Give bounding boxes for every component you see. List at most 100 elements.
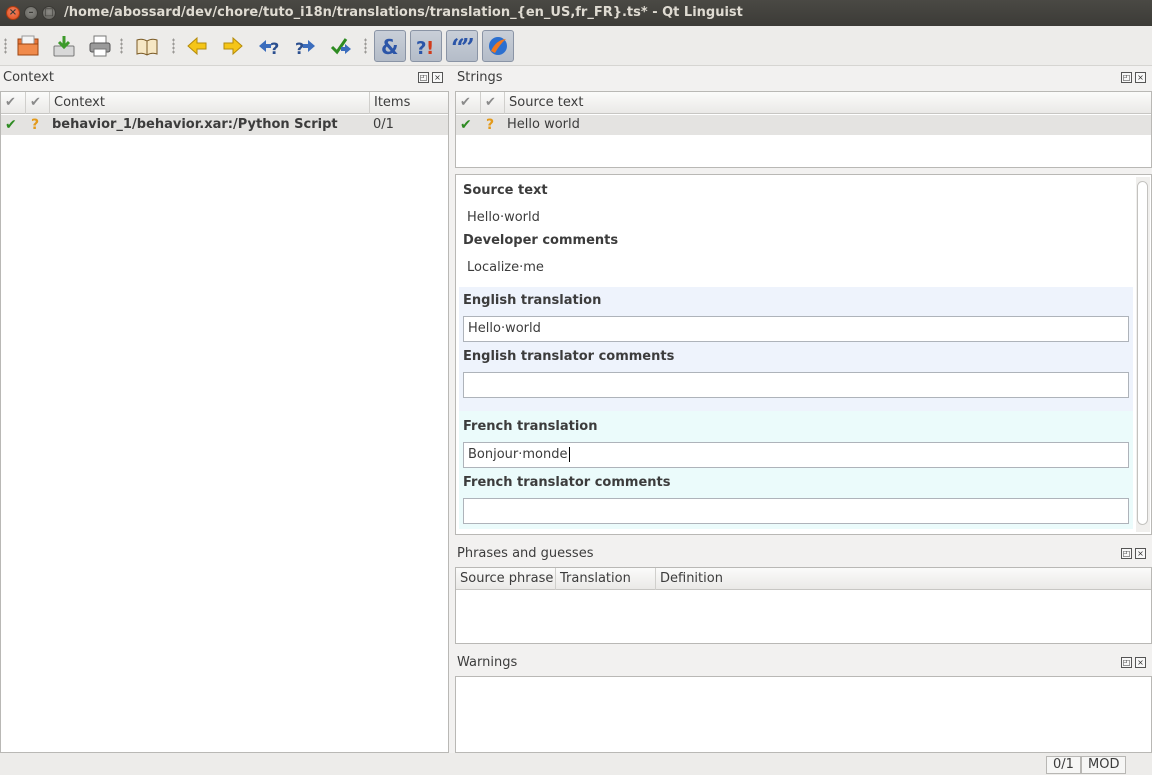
window-close-button[interactable]: × xyxy=(6,6,20,20)
header-items-column[interactable]: Items xyxy=(370,92,449,114)
header-done-column[interactable]: ✔ xyxy=(1,92,26,114)
check-icon: ✔ xyxy=(460,95,471,110)
french-comments-label: French translator comments xyxy=(463,475,671,490)
header-source-phrase-column[interactable]: Source phrase xyxy=(456,568,556,590)
header-context-column[interactable]: Context xyxy=(50,92,370,114)
close-icon[interactable]: × xyxy=(1135,72,1146,83)
context-dock-buttons: ◰ × xyxy=(418,72,443,83)
toolbar-grip[interactable] xyxy=(4,38,7,54)
float-icon[interactable]: ◰ xyxy=(1121,548,1132,559)
source-text-value[interactable]: Hello·world xyxy=(467,210,540,225)
svg-text:”: ” xyxy=(461,34,474,58)
header-status-column[interactable]: ✔ xyxy=(481,92,505,114)
float-icon[interactable]: ◰ xyxy=(1121,657,1132,668)
done-next-button[interactable] xyxy=(325,30,357,62)
header-status-column[interactable]: ✔ xyxy=(26,92,50,114)
mode-indicator: MOD xyxy=(1081,756,1127,774)
close-icon[interactable]: × xyxy=(1135,548,1146,559)
prev-unfinished-button[interactable]: ? xyxy=(253,30,285,62)
prev-icon xyxy=(187,36,207,56)
next-icon xyxy=(223,36,243,56)
punctuation-validation-icon: ?! xyxy=(416,38,434,58)
open-button[interactable] xyxy=(12,30,44,62)
title-bar: × – □ /home/abossard/dev/chore/tuto_i18n… xyxy=(0,0,1152,26)
check-icon: ✔ xyxy=(5,95,16,110)
float-icon[interactable]: ◰ xyxy=(418,72,429,83)
print-icon xyxy=(89,35,111,57)
context-name: behavior_1/behavior.xar:/Python Script xyxy=(52,117,338,132)
french-section: French translation Bonjour·monde French … xyxy=(459,411,1133,529)
toolbar-grip[interactable] xyxy=(172,38,175,54)
toolbar-grip[interactable] xyxy=(120,38,123,54)
done-next-icon xyxy=(330,38,351,55)
phrases-panel-title: Phrases and guesses xyxy=(457,546,594,561)
svg-text:&: & xyxy=(381,35,398,58)
context-list[interactable]: ✔ ✔ Context Items ✔ ? behavior_1/behavio… xyxy=(0,91,449,753)
header-translation-column[interactable]: Translation xyxy=(556,568,656,590)
phrase-validation-button[interactable]: “” xyxy=(446,30,478,62)
progress-indicator: 0/1 xyxy=(1046,756,1081,774)
translation-editor: Source text Hello·world Developer commen… xyxy=(455,174,1152,535)
phrases-list-header: Source phrase Translation Definition xyxy=(456,568,1151,590)
svg-text:!: ! xyxy=(426,38,434,58)
close-icon: × xyxy=(8,7,18,18)
placemarker-validation-button[interactable] xyxy=(482,30,514,62)
editor-scrollbar[interactable] xyxy=(1136,177,1150,532)
window-maximize-button[interactable]: □ xyxy=(42,6,56,20)
window-minimize-button[interactable]: – xyxy=(24,6,38,20)
header-definition-column[interactable]: Definition xyxy=(656,568,1151,590)
save-icon xyxy=(53,36,75,57)
context-list-header: ✔ ✔ Context Items xyxy=(1,92,448,114)
toolbar-grip[interactable] xyxy=(364,38,367,54)
print-button[interactable] xyxy=(84,30,116,62)
warnings-dock-buttons: ◰ × xyxy=(1121,657,1146,668)
float-icon[interactable]: ◰ xyxy=(1121,72,1132,83)
context-panel-title: Context xyxy=(3,70,54,85)
phrase-validation-icon: “” xyxy=(451,34,474,58)
french-translation-label: French translation xyxy=(463,419,598,434)
unfinished-icon: ? xyxy=(486,117,495,133)
english-comments-field[interactable] xyxy=(463,372,1129,398)
phrases-list[interactable]: Source phrase Translation Definition xyxy=(455,567,1152,644)
context-items: 0/1 xyxy=(373,117,394,132)
header-done-column[interactable]: ✔ xyxy=(456,92,481,114)
header-source-text-column[interactable]: Source text xyxy=(505,92,1151,114)
next-unfinished-button[interactable]: ? xyxy=(289,30,321,62)
check-icon: ✔ xyxy=(485,95,496,110)
scrollbar-thumb[interactable] xyxy=(1137,181,1148,525)
developer-comments-label: Developer comments xyxy=(463,233,619,248)
strings-dock-buttons: ◰ × xyxy=(1121,72,1146,83)
accelerators-validation-button[interactable]: & xyxy=(374,30,406,62)
next-button[interactable] xyxy=(217,30,249,62)
placemarker-validation-icon xyxy=(489,37,507,55)
source-text: Hello world xyxy=(507,117,580,132)
strings-list[interactable]: ✔ ✔ Source text ✔ ? Hello world xyxy=(455,91,1152,168)
accelerators-validation-icon: & xyxy=(381,35,398,58)
minimize-icon: – xyxy=(28,7,34,18)
open-icon xyxy=(17,35,39,56)
warnings-list[interactable] xyxy=(455,676,1152,753)
english-translation-field[interactable]: Hello·world xyxy=(463,316,1129,342)
close-icon[interactable]: × xyxy=(432,72,443,83)
french-translation-text: Bonjour·monde xyxy=(468,447,568,462)
french-comments-field[interactable] xyxy=(463,498,1129,524)
next-unfinished-icon: ? xyxy=(295,39,315,58)
developer-comments-value[interactable]: Localize·me xyxy=(467,260,544,275)
svg-text:?: ? xyxy=(295,39,304,58)
status-bar: 0/1 MOD xyxy=(0,753,1152,775)
save-button[interactable] xyxy=(48,30,80,62)
toolbar: ? ? & ?! “” xyxy=(0,26,1152,66)
text-caret xyxy=(568,447,570,462)
french-translation-field[interactable]: Bonjour·monde xyxy=(463,442,1129,468)
warnings-panel-title: Warnings xyxy=(457,655,518,670)
prev-button[interactable] xyxy=(181,30,213,62)
phrasebook-button[interactable] xyxy=(131,30,163,62)
close-icon[interactable]: × xyxy=(1135,657,1146,668)
punctuation-validation-button[interactable]: ?! xyxy=(410,30,442,62)
table-row[interactable]: ✔ ? Hello world xyxy=(456,115,1151,135)
phrases-dock-buttons: ◰ × xyxy=(1121,548,1146,559)
english-section: English translation Hello·world English … xyxy=(459,287,1133,411)
strings-list-header: ✔ ✔ Source text xyxy=(456,92,1151,114)
source-text-label: Source text xyxy=(463,183,548,198)
table-row[interactable]: ✔ ? behavior_1/behavior.xar:/Python Scri… xyxy=(1,115,448,135)
